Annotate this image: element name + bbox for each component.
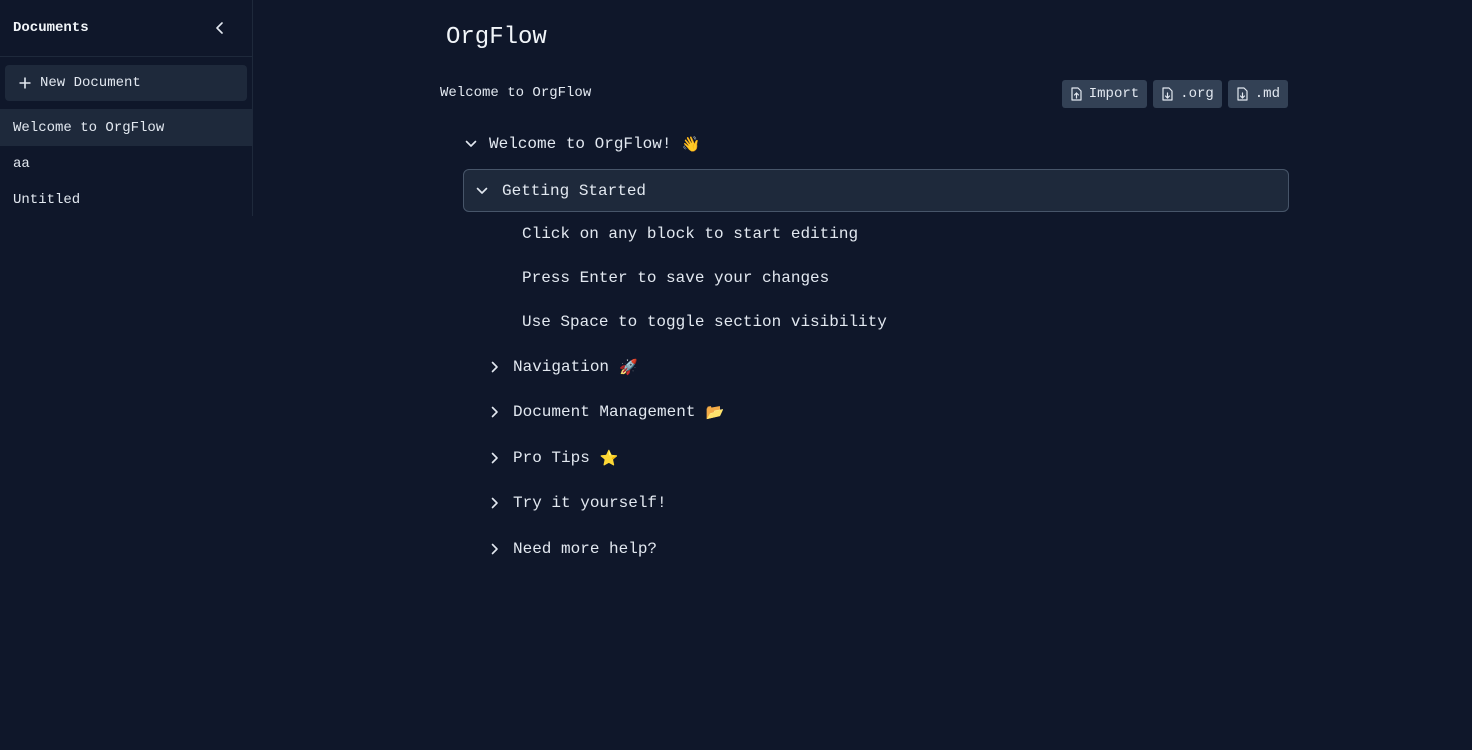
outline-node-label: Document Management xyxy=(513,403,696,421)
document-item-label: aa xyxy=(13,156,30,172)
star-emoji: ⭐ xyxy=(599,448,619,467)
chevron-right-icon[interactable] xyxy=(487,495,503,511)
import-label: Import xyxy=(1088,86,1140,102)
folder-emoji: 📂 xyxy=(705,403,725,421)
export-md-label: .md xyxy=(1254,86,1280,102)
outline-node-label: Pro Tips xyxy=(513,448,590,467)
new-document-section: New Document xyxy=(0,57,252,110)
import-button[interactable]: Import xyxy=(1061,80,1148,108)
outline-node-getting-started[interactable]: Getting Started xyxy=(463,169,1289,212)
document-item[interactable]: Untitled xyxy=(0,182,252,218)
main-content: OrgFlow Welcome to OrgFlow Import .org .… xyxy=(253,0,1472,750)
sidebar-title: Documents xyxy=(13,20,89,36)
document-item[interactable]: Welcome to OrgFlow xyxy=(0,110,252,146)
document-item-label: Untitled xyxy=(13,192,81,208)
outline-node-label: Welcome to OrgFlow! xyxy=(489,135,672,153)
file-upload-icon xyxy=(1070,87,1083,101)
outline-leaf-node[interactable]: Press Enter to save your changes xyxy=(522,256,1289,300)
outline-leaf-node[interactable]: Use Space to toggle section visibility xyxy=(522,300,1289,344)
outline-node-need-more-help[interactable]: Need more help? xyxy=(487,526,1289,572)
new-document-button[interactable]: New Document xyxy=(5,65,247,101)
app-title: OrgFlow xyxy=(446,24,547,51)
export-org-button[interactable]: .org xyxy=(1153,80,1222,108)
outline-node-label: Getting Started xyxy=(502,181,647,200)
outline-tree: Welcome to OrgFlow! 👋 Getting Started Cl… xyxy=(463,125,1289,572)
document-item-label: Welcome to OrgFlow xyxy=(13,120,165,136)
file-download-icon xyxy=(1161,87,1174,101)
document-list: Welcome to OrgFlow aa Untitled xyxy=(0,110,252,218)
chevron-right-icon[interactable] xyxy=(487,450,503,466)
collapse-sidebar-button[interactable] xyxy=(209,17,231,39)
outline-node-label: Navigation xyxy=(513,357,610,376)
rocket-emoji: 🚀 xyxy=(619,357,638,376)
waving-hand-emoji: 👋 xyxy=(681,135,701,153)
chevron-right-icon[interactable] xyxy=(487,404,503,420)
outline-node-pro-tips[interactable]: Pro Tips ⭐ xyxy=(487,435,1289,480)
chevron-down-icon[interactable] xyxy=(474,183,490,199)
chevron-down-icon[interactable] xyxy=(463,136,479,152)
file-download-icon xyxy=(1236,87,1249,101)
outline-node-document-management[interactable]: Document Management 📂 xyxy=(487,389,1289,435)
export-org-label: .org xyxy=(1180,86,1214,102)
outline-node-label: Need more help? xyxy=(513,540,658,558)
outline-root-node[interactable]: Welcome to OrgFlow! 👋 xyxy=(463,125,1289,163)
outline-leaf-node[interactable]: Click on any block to start editing xyxy=(522,212,1289,256)
outline-node-label: Click on any block to start editing xyxy=(522,225,859,243)
outline-node-label: Use Space to toggle section visibility xyxy=(522,313,887,331)
toolbar: Import .org .md xyxy=(1061,80,1288,108)
chevron-left-icon xyxy=(216,22,223,34)
document-name[interactable]: Welcome to OrgFlow xyxy=(440,85,591,101)
sidebar-header: Documents xyxy=(0,0,252,57)
sidebar: Documents New Document Welcome to OrgFlo… xyxy=(0,0,253,216)
chevron-right-icon[interactable] xyxy=(487,541,503,557)
outline-node-navigation[interactable]: Navigation 🚀 xyxy=(487,344,1289,389)
chevron-right-icon[interactable] xyxy=(487,359,503,375)
document-item[interactable]: aa xyxy=(0,146,252,182)
plus-icon xyxy=(19,77,31,89)
outline-node-try-it-yourself[interactable]: Try it yourself! xyxy=(487,480,1289,526)
outline-node-label: Try it yourself! xyxy=(513,494,667,512)
new-document-label: New Document xyxy=(40,75,141,91)
export-md-button[interactable]: .md xyxy=(1227,80,1288,108)
outline-node-label: Press Enter to save your changes xyxy=(522,269,830,287)
